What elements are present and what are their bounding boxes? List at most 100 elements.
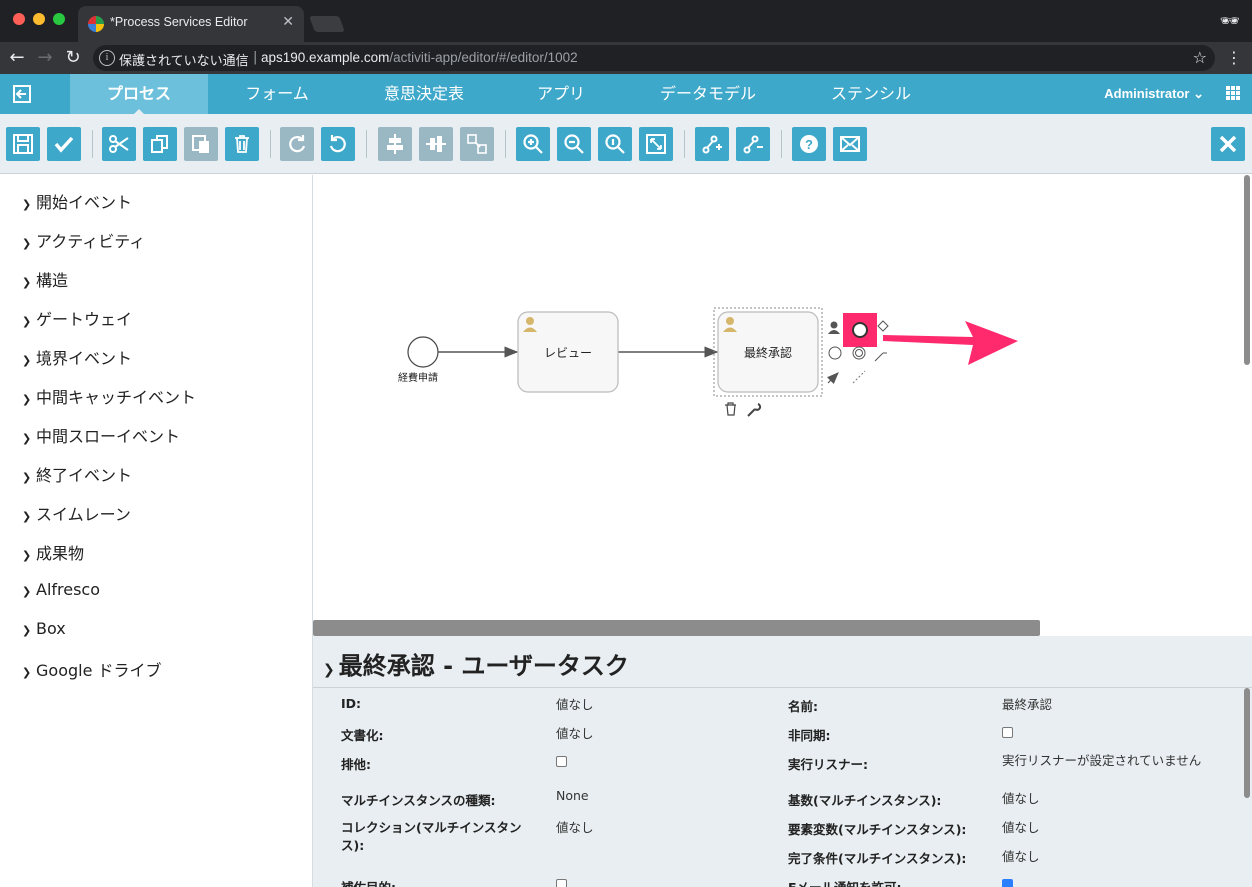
undo-button[interactable] <box>321 127 355 161</box>
association-line-quick-icon[interactable] <box>852 370 866 384</box>
prop-value-execution-listeners[interactable]: 実行リスナーが設定されていません <box>1002 752 1202 769</box>
align-vertical-button[interactable] <box>419 127 453 161</box>
tab-decision-tables[interactable]: 意思決定表 <box>346 74 502 114</box>
forward-icon[interactable]: → <box>34 47 56 68</box>
url-text[interactable]: aps190.example.com/activiti-app/editor/#… <box>261 50 578 65</box>
paste-button[interactable] <box>184 127 218 161</box>
async-checkbox[interactable] <box>1002 727 1013 738</box>
zoom-actual-button[interactable] <box>598 127 632 161</box>
zoom-fit-button[interactable] <box>639 127 673 161</box>
palette-group-box[interactable]: ❯ Box <box>22 619 66 641</box>
tab-stencils[interactable]: ステンシル <box>796 74 946 114</box>
minimize-window-button[interactable] <box>33 13 45 25</box>
intermediate-event-quick-icon[interactable] <box>852 346 866 360</box>
copy-button[interactable] <box>143 127 177 161</box>
zoom-in-button[interactable] <box>516 127 550 161</box>
redo-button[interactable] <box>280 127 314 161</box>
remove-bendpoint-icon <box>743 135 763 154</box>
browser-tab[interactable]: *Process Services Editor ✕ <box>78 6 304 42</box>
apps-grid-icon[interactable] <box>1226 86 1240 100</box>
address-bar[interactable]: i 保護されていない通信 | aps190.example.com/activi… <box>93 45 1215 71</box>
validate-button[interactable] <box>47 127 81 161</box>
prop-value-collection[interactable]: 値なし <box>556 817 594 836</box>
palette-group-structural[interactable]: ❯ 構造 <box>22 267 68 290</box>
tab-process[interactable]: プロセス <box>70 74 208 115</box>
help-button[interactable]: ? <box>792 127 826 161</box>
palette-group-artifacts[interactable]: ❯ 成果物 <box>22 540 84 563</box>
palette-group-google-drive[interactable]: ❯ Google ドライブ <box>22 657 162 680</box>
quick-action-user-task-icon[interactable] <box>828 321 840 335</box>
paste-icon <box>192 135 209 153</box>
diagram-canvas[interactable]: 経費申請 レビュー 最終承認 <box>313 175 1252 635</box>
prop-label-multi-instance-type: マルチインスタンスの種類: <box>341 793 496 808</box>
prop-value-cardinality[interactable]: 値なし <box>1002 788 1040 807</box>
exit-icon[interactable] <box>12 84 32 104</box>
chevron-right-icon: ❯ <box>22 471 32 484</box>
prop-value-id[interactable]: 値なし <box>556 694 594 713</box>
maximize-window-button[interactable] <box>53 13 65 25</box>
close-window-button[interactable] <box>13 13 25 25</box>
exclusive-checkbox[interactable] <box>556 756 567 767</box>
cut-button[interactable] <box>102 127 136 161</box>
align-vertical-icon <box>426 136 446 152</box>
compensation-checkbox[interactable] <box>556 879 567 887</box>
feedback-button[interactable] <box>833 127 867 161</box>
palette-group-throw-events[interactable]: ❯ 中間スローイベント <box>22 423 180 446</box>
connect-quick-icon[interactable] <box>826 372 839 385</box>
properties-vertical-scrollbar[interactable] <box>1244 688 1250 798</box>
timer-quick-icon[interactable] <box>828 346 842 360</box>
same-size-button[interactable] <box>460 127 494 161</box>
delete-button[interactable] <box>225 127 259 161</box>
prop-value-element-variable[interactable]: 値なし <box>1002 817 1040 836</box>
add-bendpoint-button[interactable] <box>695 127 729 161</box>
toolbar-divider <box>366 130 367 158</box>
canvas-vertical-scrollbar[interactable] <box>1244 175 1250 365</box>
wrench-icon[interactable] <box>747 403 762 417</box>
palette-group-swimlanes[interactable]: ❯ スイムレーン <box>22 501 131 524</box>
palette-group-catch-events[interactable]: ❯ 中間キャッチイベント <box>22 384 196 407</box>
palette-group-activities[interactable]: ❯ アクティビティ <box>22 228 145 251</box>
gateway-quick-icon[interactable] <box>877 320 889 332</box>
prop-value-name[interactable]: 最終承認 <box>1002 694 1052 713</box>
palette-group-alfresco[interactable]: ❯ Alfresco <box>22 580 100 602</box>
remove-bendpoint-button[interactable] <box>736 127 770 161</box>
new-tab-button[interactable] <box>309 16 345 32</box>
prop-value-completion-condition[interactable]: 値なし <box>1002 846 1040 865</box>
palette-group-label: ゲートウェイ <box>36 310 133 329</box>
chevron-right-icon: ❯ <box>22 393 32 406</box>
check-icon <box>54 136 74 153</box>
zoom-out-button[interactable] <box>557 127 591 161</box>
align-horizontal-button[interactable] <box>378 127 412 161</box>
tab-data-models[interactable]: データモデル <box>620 74 796 114</box>
email-notification-checkbox[interactable] <box>1002 879 1013 887</box>
palette-group-label: Box <box>36 619 66 638</box>
end-event-quick-icon[interactable] <box>852 322 868 338</box>
palette-group-boundary-events[interactable]: ❯ 境界イベント <box>22 345 132 368</box>
delete-shape-icon[interactable] <box>725 402 736 416</box>
association-quick-icon[interactable] <box>874 352 887 362</box>
palette-group-start-events[interactable]: ❯ 開始イベント <box>22 189 132 212</box>
properties-header[interactable]: ❯ 最終承認 - ユーザータスク <box>313 636 1252 688</box>
tab-forms[interactable]: フォーム <box>208 74 346 114</box>
trash-icon <box>235 135 249 153</box>
user-menu[interactable]: Administrator ⌄ <box>1104 74 1204 114</box>
chevron-right-icon: ❯ <box>22 276 32 289</box>
prop-value-documentation[interactable]: 値なし <box>556 723 594 742</box>
save-button[interactable] <box>6 127 40 161</box>
info-icon[interactable]: i <box>99 50 115 66</box>
reload-icon[interactable]: ↻ <box>62 47 84 68</box>
chevron-down-icon[interactable]: ❯ <box>323 662 335 678</box>
browser-menu-icon[interactable]: ⋮ <box>1226 48 1242 67</box>
prop-value-multi-instance-type[interactable]: None <box>556 788 589 803</box>
canvas-horizontal-scrollbar[interactable] <box>313 620 1040 636</box>
close-editor-button[interactable] <box>1211 127 1245 161</box>
tab-apps[interactable]: アプリ <box>502 74 620 114</box>
palette-group-end-events[interactable]: ❯ 終了イベント <box>22 462 132 485</box>
bookmark-star-icon[interactable]: ☆ <box>1193 48 1207 67</box>
toolbar-divider <box>781 130 782 158</box>
tab-close-icon[interactable]: ✕ <box>282 14 294 30</box>
palette-group-gateways[interactable]: ❯ ゲートウェイ <box>22 306 133 329</box>
start-event[interactable] <box>407 336 439 368</box>
back-icon[interactable]: ← <box>6 47 28 68</box>
toolbar-divider <box>92 130 93 158</box>
